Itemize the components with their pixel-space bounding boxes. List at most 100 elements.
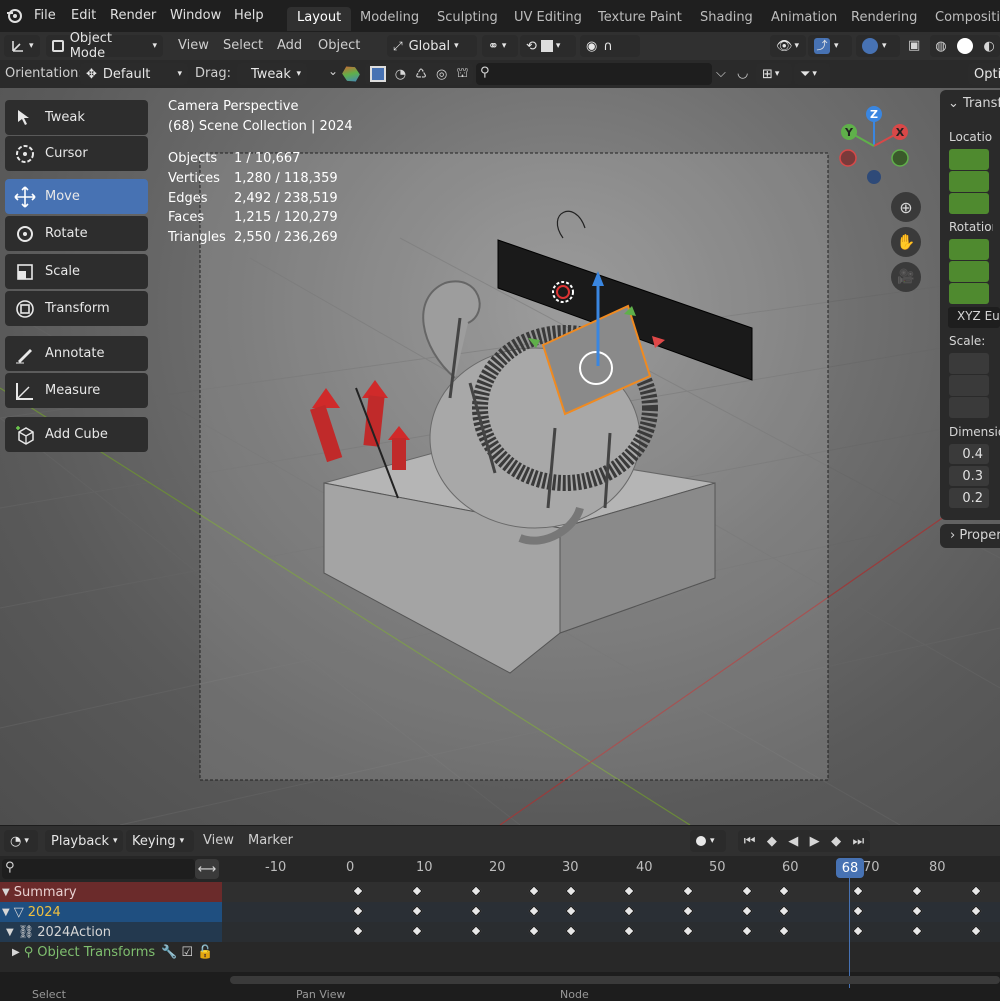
rotation-x-field[interactable] — [949, 239, 989, 260]
tool-cursor[interactable]: Cursor — [5, 136, 148, 171]
menu-render[interactable]: Render — [110, 8, 156, 23]
channel-action[interactable]: ▼ ⛓ 2024Action — [6, 922, 111, 942]
channel-object-transforms[interactable]: ▶ ⚲ Object Transforms 🔧 ☑ 🔓 — [12, 942, 213, 962]
mode-dropdown[interactable]: Object Mode ▾ — [46, 31, 163, 61]
menu-view[interactable]: View — [178, 38, 209, 53]
xray-icon[interactable]: ▣ — [908, 38, 920, 53]
playback-dropdown[interactable]: Playback ▾ — [45, 830, 123, 852]
wrench-icon[interactable]: 🔧 — [161, 945, 177, 960]
drag-dropdown[interactable]: Tweak ▾ — [237, 63, 307, 85]
zoom-icon[interactable]: ⊕ — [891, 192, 921, 222]
gizmo-y[interactable]: Y — [841, 124, 857, 140]
tool-scale[interactable]: Scale — [5, 254, 148, 289]
timeline-editor-type-dropdown[interactable]: ◔ ▾ — [4, 830, 38, 852]
rotation-y-field[interactable] — [949, 261, 989, 282]
transform-panel-header[interactable]: ⌄ Transform — [948, 96, 1000, 111]
rotation-mode-dropdown[interactable]: XYZ Euler — [948, 307, 1000, 328]
rotation-z-field[interactable] — [949, 283, 989, 304]
menu-window[interactable]: Window — [170, 8, 221, 23]
tool-move[interactable]: Move — [5, 179, 148, 214]
scale-z-field[interactable] — [949, 397, 989, 418]
prev-keyframe-icon[interactable]: ◆ — [767, 834, 777, 849]
tool-annotate[interactable]: Annotate — [5, 336, 148, 371]
proportional-edit-dropdown[interactable]: ◉ ∩ — [580, 35, 640, 57]
dimension-y-field[interactable]: 0.3 — [949, 466, 989, 486]
3d-viewport[interactable]: Tweak Cursor Move Rotate Scale Transform… — [0, 88, 1000, 825]
solid-shading-icon[interactable] — [957, 38, 973, 54]
menu-object[interactable]: Object — [318, 38, 360, 53]
material-shading-icon[interactable]: ◐ — [983, 39, 994, 54]
pivot-dropdown[interactable]: ⚭ ▾ — [482, 35, 518, 57]
properties-panel-header[interactable]: › Properties — [940, 524, 1000, 548]
tab-sculpting[interactable]: Sculpting — [427, 7, 508, 31]
collapse-chevron-icon[interactable]: ⌄ — [328, 64, 338, 78]
playhead-line[interactable] — [849, 860, 850, 988]
orientation-dropdown[interactable]: ✥ Default ▾ — [80, 63, 188, 85]
timeline-view-menu[interactable]: View — [203, 833, 234, 848]
funnel-chevron-icon[interactable]: ⌵ — [716, 66, 726, 81]
checkbox-icon[interactable]: ☑ — [181, 945, 193, 960]
tool-rotate[interactable]: Rotate — [5, 216, 148, 251]
filter-dropdown[interactable]: ⏷ ▾ — [794, 63, 830, 85]
timeline-marker-menu[interactable]: Marker — [248, 833, 293, 848]
navigation-gizmo[interactable]: Z X Y — [836, 104, 916, 184]
tab-uv-editing[interactable]: UV Editing — [504, 7, 592, 31]
menu-file[interactable]: File — [34, 8, 56, 23]
scale-y-field[interactable] — [949, 375, 989, 396]
camera-view-icon[interactable]: 🎥 — [891, 262, 921, 292]
scale-x-field[interactable] — [949, 353, 989, 374]
channel-search-input[interactable]: ⚲ — [2, 859, 195, 879]
select-sphere-icon[interactable]: ◔ — [395, 67, 406, 82]
tool-transform[interactable]: Transform — [5, 291, 148, 326]
location-x-field[interactable] — [949, 149, 989, 170]
location-y-field[interactable] — [949, 171, 989, 192]
dimension-z-field[interactable]: 0.2 — [949, 488, 989, 508]
tool-add-cube[interactable]: Add Cube — [5, 417, 148, 452]
blender-logo-icon[interactable] — [5, 7, 23, 25]
select-box-icon[interactable] — [369, 66, 386, 82]
tab-modeling[interactable]: Modeling — [350, 7, 429, 31]
menu-add[interactable]: Add — [277, 38, 302, 53]
wireframe-shading-icon[interactable]: ◍ — [935, 39, 946, 54]
tab-shading[interactable]: Shading — [690, 7, 763, 31]
editor-type-dropdown[interactable]: ▾ — [4, 35, 40, 57]
object-type-filter-icon[interactable] — [340, 63, 362, 85]
jump-start-icon[interactable]: ⏮ — [744, 834, 756, 849]
timeline-scrollbar[interactable] — [230, 976, 1000, 984]
menu-select[interactable]: Select — [223, 38, 263, 53]
select-world-icon[interactable]: ◎ — [436, 67, 447, 82]
channel-summary[interactable]: ▼ Summary — [0, 882, 77, 902]
gizmo-x[interactable]: X — [892, 124, 908, 140]
menu-edit[interactable]: Edit — [71, 8, 96, 23]
record-dropdown[interactable]: ▾ — [690, 830, 726, 852]
jump-end-icon[interactable]: ⏭ — [853, 834, 865, 849]
next-keyframe-icon[interactable]: ◆ — [831, 834, 841, 849]
sort-dropdown[interactable]: ⊞ ▾ — [756, 63, 792, 85]
location-z-field[interactable] — [949, 193, 989, 214]
transform-orientation-dropdown[interactable]: ⤢ Global ▾ — [387, 35, 477, 57]
tab-texture-paint[interactable]: Texture Paint — [588, 7, 692, 31]
pan-hand-icon[interactable]: ✋ — [891, 227, 921, 257]
tab-layout[interactable]: Layout — [287, 7, 352, 31]
channel-object[interactable]: ▼ ▽ 2024 — [0, 902, 61, 922]
tool-tweak[interactable]: Tweak — [5, 100, 148, 135]
select-shapes-icon[interactable]: ♺ — [415, 67, 427, 82]
tab-rendering[interactable]: Rendering — [841, 7, 927, 31]
select-layers-icon[interactable]: ⛫ — [456, 66, 468, 83]
gizmo-dropdown[interactable]: ⤴ ▾ — [808, 35, 852, 57]
play-reverse-icon[interactable]: ◀ — [788, 834, 798, 849]
overlay-dropdown[interactable]: ▾ — [856, 35, 900, 57]
filter-search-input[interactable]: ⚲ — [476, 63, 712, 85]
current-frame-indicator[interactable]: 68 — [836, 858, 864, 878]
visibility-dropdown[interactable]: 👁 ▾ — [770, 35, 806, 57]
tool-measure[interactable]: Measure — [5, 373, 148, 408]
hide-icon[interactable]: ◡ — [737, 66, 748, 81]
snap-dropdown[interactable]: ⟲ ▾ — [520, 35, 576, 57]
tab-animation[interactable]: Animation — [761, 7, 847, 31]
gizmo-z[interactable]: Z — [866, 106, 882, 122]
lock-icon[interactable]: 🔓 — [197, 945, 213, 960]
menu-help[interactable]: Help — [234, 8, 264, 23]
tab-compositing[interactable]: Compositing — [925, 7, 1000, 31]
options-button[interactable]: Opti — [968, 63, 1000, 85]
play-icon[interactable]: ▶ — [810, 834, 820, 849]
